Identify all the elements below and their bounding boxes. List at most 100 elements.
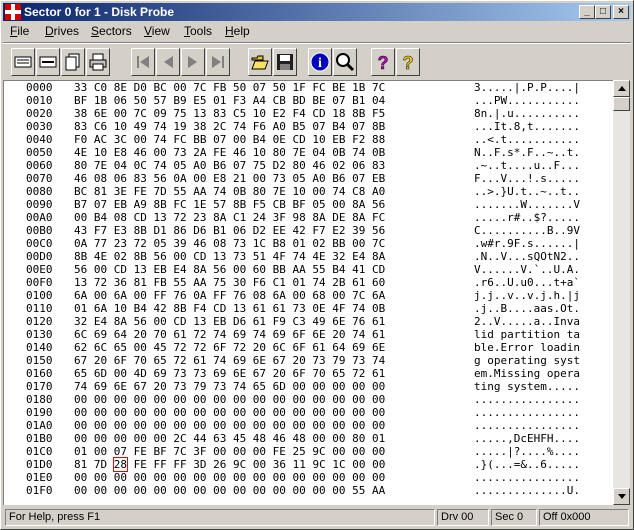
open-folder-icon <box>251 55 269 70</box>
context-help-icon: ? <box>402 53 414 72</box>
row-hex-bytes[interactable]: 56 00 CD 13 EB E4 8A 56 00 60 BB AA 55 B… <box>74 263 385 276</box>
print-button[interactable] <box>86 48 110 76</box>
menu-view[interactable]: View <box>144 24 170 38</box>
row-hex-bytes[interactable]: 00 00 00 00 00 00 00 00 00 00 00 00 00 0… <box>74 484 385 497</box>
menu-file[interactable]: File <box>10 24 29 38</box>
menu-help-mnemonic: H <box>225 24 234 38</box>
row-hex-bytes[interactable]: 33 C0 8E D0 BC 00 7C FB 50 07 50 1F FC B… <box>74 81 385 94</box>
scroll-up-button[interactable] <box>613 80 630 97</box>
save-disk-icon <box>277 54 293 70</box>
row-hex-bytes[interactable]: 00 00 00 00 00 2C 44 63 45 48 46 48 00 0… <box>74 432 385 445</box>
close-button[interactable]: × <box>613 5 629 19</box>
hex-byte[interactable]: FF <box>173 458 186 471</box>
row-hex-bytes[interactable]: 80 7E 04 0C 74 05 A0 B6 07 75 D2 80 46 0… <box>74 159 385 172</box>
hex-byte[interactable]: 3D <box>193 458 206 471</box>
row-hex-bytes[interactable]: 0A 77 23 72 05 39 46 08 73 1C B8 01 02 B… <box>74 237 385 250</box>
row-hex-bytes[interactable]: 01 00 07 FE BF 7C 3F 00 00 00 FE 25 9C 0… <box>74 445 385 458</box>
hex-byte[interactable]: 9C <box>313 458 326 471</box>
row-hex-bytes[interactable]: B7 07 EB A9 8B FC 1E 57 8B F5 CB BF 05 0… <box>74 198 385 211</box>
selected-byte[interactable]: 28 <box>112 457 129 472</box>
title-bar[interactable]: Sector 0 for 1 - Disk Probe _ □ × <box>3 3 631 21</box>
row-hex-bytes[interactable]: 00 00 00 00 00 00 00 00 00 00 00 00 00 0… <box>74 406 385 419</box>
menu-sectors[interactable]: Sectors <box>91 24 132 38</box>
row-hex-bytes[interactable]: 8B 4E 02 8B 56 00 CD 13 73 51 4F 74 4E 3… <box>74 250 385 263</box>
row-hex-bytes[interactable]: 00 B4 08 CD 13 72 23 8A C1 24 3F 98 8A D… <box>74 211 385 224</box>
menu-tools[interactable]: Tools <box>184 24 212 38</box>
hex-byte[interactable]: FF <box>154 458 167 471</box>
next-sector-button[interactable] <box>181 48 205 76</box>
status-help-text: For Help, press F1 <box>5 509 435 526</box>
row-hex-bytes[interactable]: BF 1B 06 50 57 B9 E5 01 F3 A4 CB BD BE 0… <box>74 94 385 107</box>
row-ascii: .......W.......V <box>474 198 580 211</box>
row-hex-bytes[interactable]: 74 69 6E 67 20 73 79 73 74 65 6D 00 00 0… <box>74 380 385 393</box>
row-hex-bytes[interactable]: 67 20 6F 70 65 72 61 74 69 6E 67 20 73 7… <box>74 354 385 367</box>
row-ascii: ..............U. <box>474 484 580 497</box>
row-ascii: ting system..... <box>474 380 580 393</box>
view-words-icon <box>39 56 57 68</box>
row-hex-bytes[interactable]: 62 6C 65 00 45 72 72 6F 72 20 6C 6F 61 6… <box>74 341 385 354</box>
menu-tools-label: ools <box>190 24 213 38</box>
row-hex-bytes[interactable]: 43 F7 E3 8B D1 86 D6 B1 06 D2 EE 42 F7 E… <box>74 224 385 237</box>
view-bytes-icon <box>14 56 32 68</box>
row-hex-bytes[interactable]: 46 08 06 83 56 0A 00 E8 21 00 73 05 A0 B… <box>74 172 385 185</box>
hex-byte[interactable]: 11 <box>293 458 306 471</box>
row-ascii: g operating syst <box>474 354 580 367</box>
maximize-button[interactable]: □ <box>595 5 611 19</box>
toolbar: i ? ? <box>3 45 631 79</box>
hex-byte[interactable]: 81 <box>74 458 87 471</box>
open-button[interactable] <box>248 48 272 76</box>
row-hex-bytes[interactable]: 38 6E 00 7C 09 75 13 83 C5 10 E2 F4 CD 1… <box>74 107 385 120</box>
row-offset: 0120 <box>26 315 53 328</box>
hex-byte[interactable]: 9C <box>233 458 246 471</box>
scroll-thumb[interactable] <box>613 97 630 111</box>
help-button[interactable]: ? <box>371 48 395 76</box>
menu-help[interactable]: Help <box>225 24 250 38</box>
row-hex-bytes[interactable]: 00 00 00 00 00 00 00 00 00 00 00 00 00 0… <box>74 419 385 432</box>
hex-byte[interactable]: 36 <box>273 458 286 471</box>
row-offset: 0010 <box>26 94 53 107</box>
row-hex-bytes[interactable]: 4E 10 E8 46 00 73 2A FE 46 10 80 7E 04 0… <box>74 146 385 159</box>
view-dwords-button[interactable] <box>61 48 85 76</box>
row-offset: 0060 <box>26 159 53 172</box>
hex-byte[interactable]: 7D <box>94 458 107 471</box>
row-hex-bytes[interactable]: 01 6A 10 B4 42 8B F4 CD 13 61 61 73 0E 4… <box>74 302 385 315</box>
context-help-button[interactable]: ? <box>396 48 420 76</box>
row-hex-bytes[interactable]: 32 E4 8A 56 00 CD 13 EB D6 61 F9 C3 49 6… <box>74 315 385 328</box>
find-button[interactable] <box>333 48 357 76</box>
row-ascii: ................ <box>474 419 580 432</box>
row-hex-bytes[interactable]: F0 AC 3C 00 74 FC BB 07 00 B4 0E CD 10 E… <box>74 133 385 146</box>
menu-bar: File Drives Sectors View Tools Help <box>3 22 631 41</box>
row-hex-bytes[interactable]: 81 7D 28 FE FF FF 3D 26 9C 00 36 11 9C 1… <box>74 457 385 472</box>
row-hex-bytes[interactable]: BC 81 3E FE 7D 55 AA 74 0B 80 7E 10 00 7… <box>74 185 385 198</box>
menu-drives[interactable]: Drives <box>45 24 79 38</box>
row-hex-bytes[interactable]: 65 6D 00 4D 69 73 73 69 6E 67 20 6F 70 6… <box>74 367 385 380</box>
row-hex-bytes[interactable]: 83 C6 10 49 74 19 38 2C 74 F6 A0 B5 07 B… <box>74 120 385 133</box>
row-hex-bytes[interactable]: 00 00 00 00 00 00 00 00 00 00 00 00 00 0… <box>74 393 385 406</box>
view-words-button[interactable] <box>36 48 60 76</box>
menu-drives-mnemonic: D <box>45 24 54 38</box>
hex-byte[interactable]: 26 <box>213 458 226 471</box>
row-hex-bytes[interactable]: 6A 00 6A 00 FF 76 0A FF 76 08 6A 00 68 0… <box>74 289 385 302</box>
hex-byte[interactable]: 00 <box>253 458 266 471</box>
hex-byte[interactable]: FE <box>134 458 147 471</box>
row-hex-bytes[interactable]: 00 00 00 00 00 00 00 00 00 00 00 00 00 0… <box>74 471 385 484</box>
row-ascii: .j..B....aas.Ot. <box>474 302 580 315</box>
row-offset: 0030 <box>26 120 53 133</box>
scroll-down-button[interactable] <box>613 488 630 505</box>
previous-sector-button[interactable] <box>156 48 180 76</box>
hex-byte[interactable]: 00 <box>352 458 365 471</box>
last-sector-button[interactable] <box>206 48 230 76</box>
minimize-button[interactable]: _ <box>579 5 595 19</box>
vertical-scrollbar[interactable] <box>613 80 630 505</box>
hex-byte[interactable]: 00 <box>372 458 385 471</box>
first-sector-button[interactable] <box>131 48 155 76</box>
hex-view[interactable]: 00 00 33 C0 8E D0 BC 00 7C FB 50 07 50 1F … <box>3 80 613 505</box>
row-hex-bytes[interactable]: 6C 69 64 20 70 61 72 74 69 74 69 6F 6E 2… <box>74 328 385 341</box>
row-hex-bytes[interactable]: 13 72 36 81 FB 55 AA 75 30 F6 C1 01 74 2… <box>74 276 385 289</box>
row-offset: 0020 <box>26 107 53 120</box>
view-bytes-button[interactable] <box>11 48 35 76</box>
save-button[interactable] <box>273 48 297 76</box>
hex-byte[interactable]: 1C <box>332 458 345 471</box>
row-offset: 0140 <box>26 341 53 354</box>
info-button[interactable]: i <box>308 48 332 76</box>
